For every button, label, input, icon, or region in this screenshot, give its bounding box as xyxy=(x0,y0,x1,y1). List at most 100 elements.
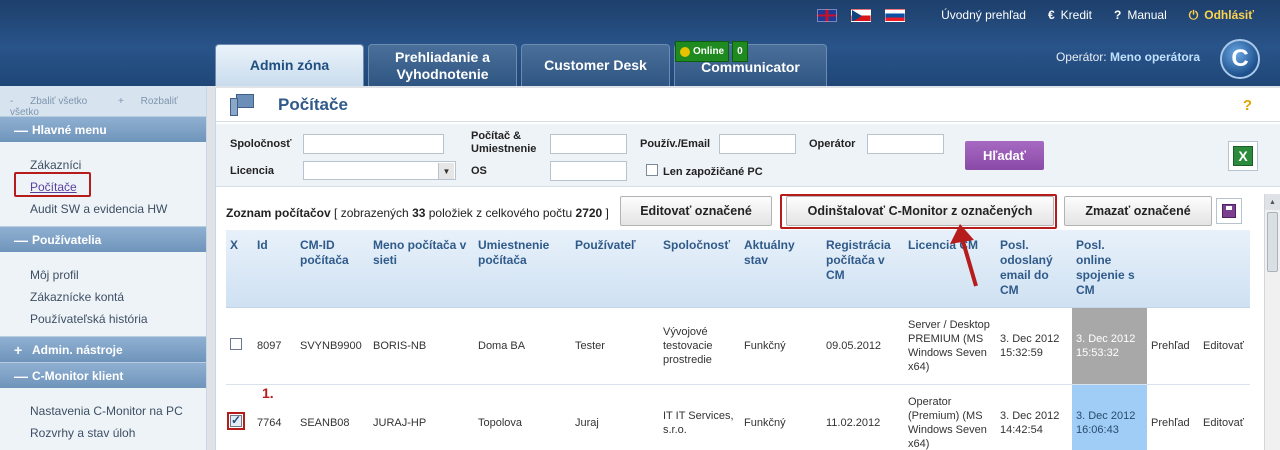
operator-input[interactable] xyxy=(867,134,944,154)
top-links: Úvodný prehľad € Kredit ? Manual ⏻ Odhlásiť xyxy=(817,7,1254,23)
loaned-only-checkbox[interactable] xyxy=(646,164,658,176)
sidebar-item-audit[interactable]: Audit SW a evidencia HW xyxy=(30,198,206,220)
delete-selected-button[interactable]: Zmazať označené xyxy=(1064,196,1212,226)
col-select[interactable]: X xyxy=(226,230,253,308)
tab-customer-desk[interactable]: Customer Desk xyxy=(521,44,670,86)
list-summary: Zoznam počítačov [ zobrazených 33 položi… xyxy=(226,206,609,220)
top-header: Úvodný prehľad € Kredit ? Manual ⏻ Odhlásiť… xyxy=(0,0,1280,86)
license-label: Licencia xyxy=(230,165,275,177)
help-icon[interactable]: ? xyxy=(1243,97,1252,114)
loaned-only-label: Len zapožičané PC xyxy=(663,166,763,178)
company-input[interactable] xyxy=(303,134,444,154)
scroll-thumb[interactable] xyxy=(1267,212,1278,272)
euro-icon: € xyxy=(1047,8,1055,22)
excel-icon: X xyxy=(1233,146,1253,166)
col-last-email[interactable]: Posl. odoslaný email do CM xyxy=(996,230,1072,308)
chevron-down-icon: ▼ xyxy=(438,163,454,179)
sidebar-section-cmonitor-client[interactable]: — C-Monitor klient xyxy=(0,362,206,388)
flag-slovak-icon[interactable] xyxy=(885,8,906,22)
collapse-icon: — xyxy=(14,231,28,248)
row-edit-link[interactable]: Editovať xyxy=(1199,307,1250,385)
user-email-label: Použív./Email xyxy=(640,138,711,150)
expand-icon: + xyxy=(14,341,23,358)
license-select[interactable]: ▼ xyxy=(303,161,456,180)
col-computer-name[interactable]: Meno počítača v sieti xyxy=(369,230,474,308)
computer-label: Počítač & Umiestnenie xyxy=(471,130,537,155)
row-checkbox[interactable] xyxy=(230,337,242,350)
power-icon: ⏻ xyxy=(1188,7,1199,22)
tab-admin-zone[interactable]: Admin zóna xyxy=(215,44,364,86)
sidebar-section-users[interactable]: — Používatelia xyxy=(0,226,206,252)
row-last-online: 3. Dec 2012 16:06:43 xyxy=(1072,384,1147,450)
row-status: Funkčný xyxy=(740,307,822,385)
edit-selected-button[interactable]: Editovať označené xyxy=(620,196,772,226)
scroll-up-icon[interactable]: ▲ xyxy=(1265,194,1280,210)
col-location[interactable]: Umiestnenie počítača xyxy=(474,230,571,308)
table-row[interactable]: 7764 SEANB08 JURAJ-HP Topolova Juraj IT … xyxy=(226,384,1250,450)
sidebar-item-schedules[interactable]: Rozvrhy a stav úloh xyxy=(30,422,206,444)
row-overview-link[interactable]: Prehľad xyxy=(1147,384,1199,450)
col-registration[interactable]: Registrácia počítača v CM xyxy=(822,230,904,308)
computers-table-wrapper: X Id CM-ID počítača Meno počítača v siet… xyxy=(226,230,1260,450)
home-link[interactable]: Úvodný prehľad xyxy=(941,8,1026,22)
col-last-online[interactable]: Posl. online spojenie s CM xyxy=(1072,230,1147,308)
row-company: Vývojové testovacie prostredie xyxy=(659,307,740,385)
col-id[interactable]: Id xyxy=(253,230,296,308)
search-button[interactable]: Hľadať xyxy=(965,141,1044,170)
step-one-label: 1. xyxy=(262,385,274,401)
collapse-icon: — xyxy=(14,367,28,384)
sidebar-item-customer-accounts[interactable]: Zákaznícke kontá xyxy=(30,286,206,308)
filter-panel: Spoločnosť Počítač & Umiestnenie Použív.… xyxy=(216,124,1280,187)
credit-link[interactable]: € Kredit xyxy=(1048,8,1092,22)
logout-link[interactable]: ⏻ Odhlásiť xyxy=(1189,8,1254,23)
table-row[interactable]: 8097 SVYNB9900 BORIS-NB Doma BA Tester V… xyxy=(226,307,1250,385)
flag-czech-icon[interactable] xyxy=(851,8,872,22)
col-status[interactable]: Aktuálny stav xyxy=(740,230,822,308)
row-computer-name: JURAJ-HP xyxy=(369,384,474,450)
row-overview-link[interactable]: Prehľad xyxy=(1147,307,1199,385)
sidebar-list: Nastavenia C-Monitor na PC Rozvrhy a sta… xyxy=(0,388,206,450)
col-user[interactable]: Používateľ xyxy=(571,230,659,308)
col-cm-id[interactable]: CM-ID počítača xyxy=(296,230,369,308)
computer-icon xyxy=(230,93,256,116)
user-email-input[interactable] xyxy=(719,134,796,154)
collapse-all-link[interactable]: - Zbaliť všetko xyxy=(10,96,101,107)
row-location: Doma BA xyxy=(474,307,571,385)
save-layout-button[interactable] xyxy=(1216,198,1242,224)
company-label: Spoločnosť xyxy=(230,138,292,150)
question-icon: ? xyxy=(1114,8,1122,22)
sidebar-section-admin-tools[interactable]: + Admin. nástroje xyxy=(0,336,206,362)
sidebar-section-main-menu[interactable]: — Hlavné menu xyxy=(0,116,206,142)
row-license: Operator (Premium) (MS Windows Seven x64… xyxy=(904,384,996,450)
row-user: Tester xyxy=(571,307,659,385)
row-id: 7764 xyxy=(253,384,296,450)
manual-link[interactable]: ? Manual xyxy=(1114,8,1167,22)
sidebar-list: Môj profil Zákaznícke kontá Používateľsk… xyxy=(0,252,206,336)
table-header-row: X Id CM-ID počítača Meno počítača v siet… xyxy=(226,230,1250,308)
tab-communicator[interactable]: Online 0 Communicator xyxy=(674,41,827,86)
sidebar-item-user-history[interactable]: Používateľská história xyxy=(30,308,206,330)
col-company[interactable]: Spoločnosť xyxy=(659,230,740,308)
row-last-online: 3. Dec 2012 15:53:32 xyxy=(1072,307,1147,385)
row-edit-link[interactable]: Editovať xyxy=(1199,384,1250,450)
os-input[interactable] xyxy=(550,161,627,181)
flag-english-icon[interactable] xyxy=(817,8,838,22)
row-user: Juraj xyxy=(571,384,659,450)
computer-input[interactable] xyxy=(550,134,627,154)
tab-browsing-evaluation[interactable]: Prehliadanie a Vyhodnotenie xyxy=(368,44,517,86)
export-excel-button[interactable]: X xyxy=(1228,141,1258,171)
table-scrollbar[interactable]: ▲ xyxy=(1264,194,1280,450)
floppy-disk-icon xyxy=(1222,204,1236,218)
highlight-box-uninstall xyxy=(780,194,1057,229)
sidebar-item-my-profile[interactable]: Môj profil xyxy=(30,264,206,286)
operator-name[interactable]: Meno operátora xyxy=(1110,50,1200,64)
sidebar-item-cmonitor-settings[interactable]: Nastavenia C-Monitor na PC xyxy=(30,400,206,422)
operator-label: Operátor xyxy=(809,138,856,150)
col-overview xyxy=(1147,230,1199,308)
row-cm-id: SVYNB9900 xyxy=(296,307,369,385)
col-edit xyxy=(1199,230,1250,308)
row-checkbox-checked[interactable] xyxy=(227,411,245,430)
main-content: Počítače ? Spoločnosť Počítač & Umiestne… xyxy=(215,88,1280,450)
online-status-badge[interactable]: Online 0 xyxy=(675,41,748,62)
row-last-email: 3. Dec 2012 14:42:54 xyxy=(996,384,1072,450)
